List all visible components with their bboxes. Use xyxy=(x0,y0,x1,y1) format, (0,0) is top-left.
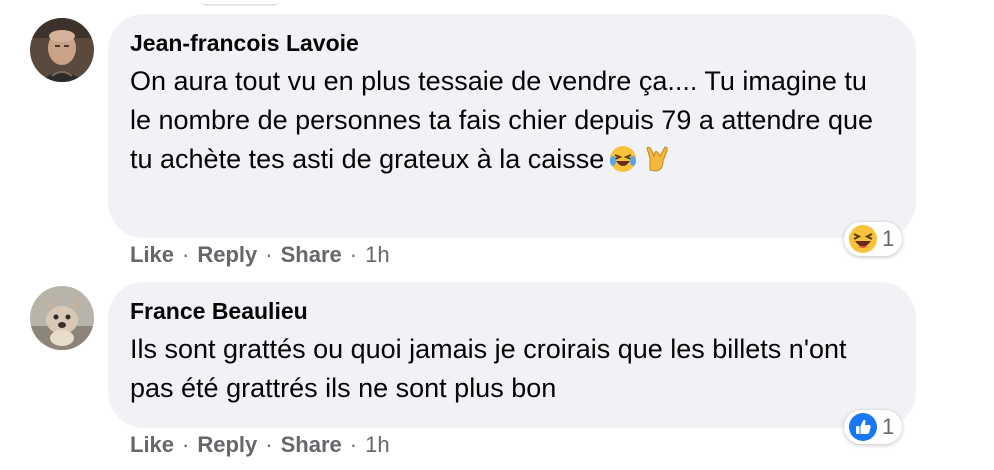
reaction-summary[interactable]: 1 xyxy=(844,222,903,256)
like-reaction-icon xyxy=(849,413,877,441)
share-button[interactable]: Share xyxy=(281,242,342,268)
separator: · xyxy=(265,432,273,457)
grinning-squinting-face-with-tears-icon xyxy=(608,144,638,174)
comment-author[interactable]: Jean-francois Lavoie xyxy=(130,28,894,58)
reaction-summary[interactable]: 1 xyxy=(844,410,903,444)
comment-actions: Like · Reply · Share · 1h xyxy=(130,242,390,268)
comment-text: On aura tout vu en plus tessaie de vendr… xyxy=(130,62,894,179)
separator: · xyxy=(182,432,190,457)
comment-author[interactable]: France Beaulieu xyxy=(130,296,894,326)
share-button[interactable]: Share xyxy=(281,432,342,458)
comment-text-body: On aura tout vu en plus tessaie de vendr… xyxy=(130,66,873,174)
separator: · xyxy=(349,432,358,457)
separator: · xyxy=(265,242,273,267)
comment-bubble: Jean-francois Lavoie On aura tout vu en … xyxy=(108,14,916,238)
comment-bubble: France Beaulieu Ils sont grattés ou quoi… xyxy=(108,282,916,428)
avatar[interactable] xyxy=(30,286,94,350)
comment-text: Ils sont grattés ou quoi jamais je croir… xyxy=(130,334,847,403)
separator: · xyxy=(349,242,358,267)
timestamp[interactable]: 1h xyxy=(365,432,389,458)
previous-comment-edge xyxy=(200,0,280,6)
reply-button[interactable]: Reply xyxy=(197,432,257,458)
like-button[interactable]: Like xyxy=(130,432,174,458)
haha-reaction-icon xyxy=(849,225,877,253)
avatar[interactable] xyxy=(30,18,94,82)
comment-actions: Like · Reply · Share · 1h xyxy=(130,432,390,458)
comment-item: France Beaulieu Ils sont grattés ou quoi… xyxy=(30,282,980,466)
like-button[interactable]: Like xyxy=(130,242,174,268)
separator: · xyxy=(182,242,190,267)
reaction-count: 1 xyxy=(882,414,895,439)
love-you-gesture-icon xyxy=(642,144,672,174)
reply-button[interactable]: Reply xyxy=(197,242,257,268)
comment-item: Jean-francois Lavoie On aura tout vu en … xyxy=(30,14,980,278)
timestamp[interactable]: 1h xyxy=(365,242,389,268)
reaction-count: 1 xyxy=(882,226,895,251)
